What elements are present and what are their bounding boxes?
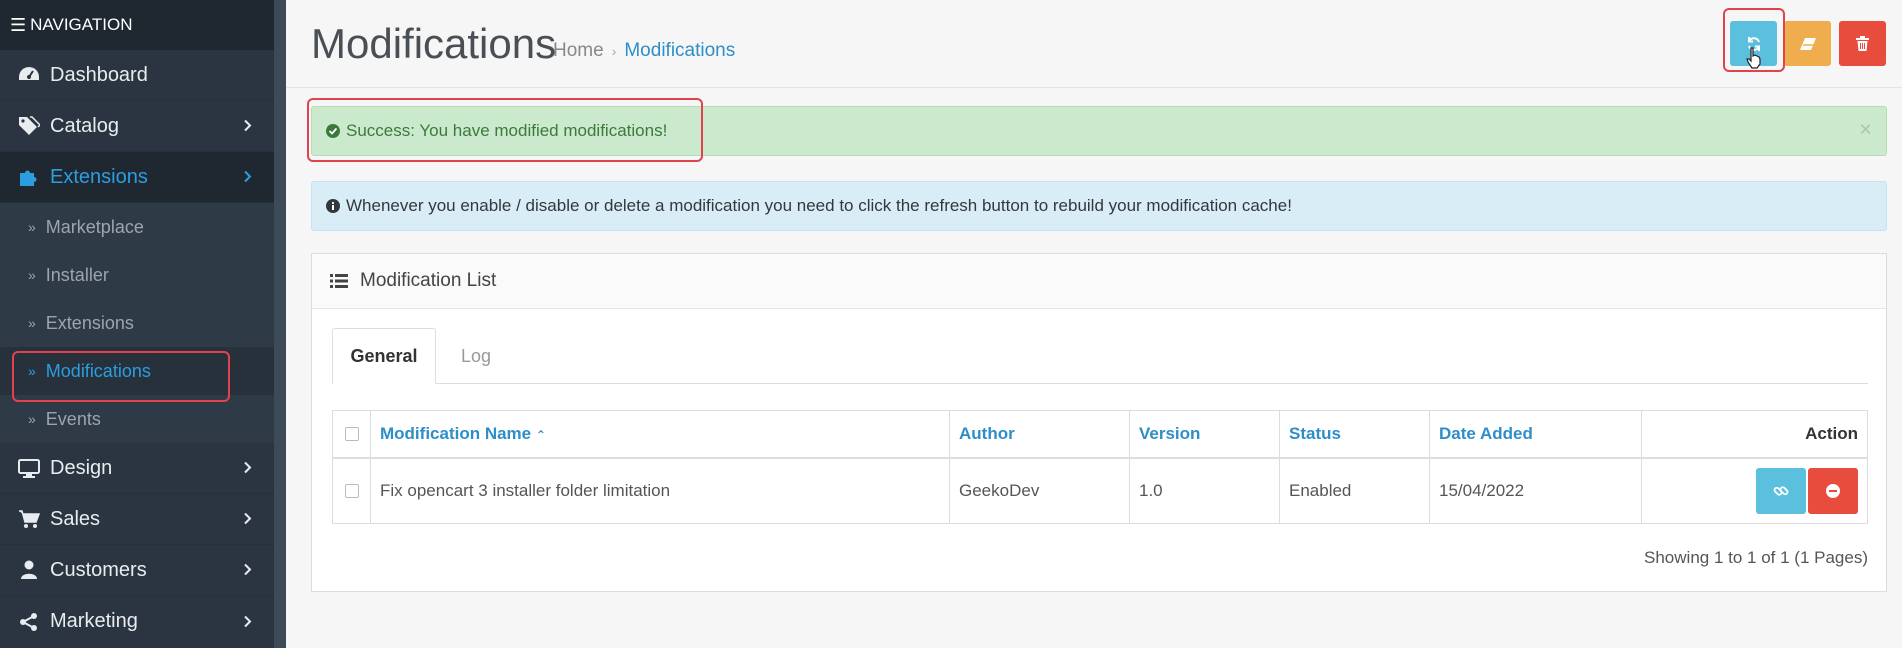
link-icon bbox=[1773, 486, 1789, 496]
column-header-action: Action bbox=[1641, 410, 1868, 459]
puzzle-icon bbox=[16, 166, 42, 188]
sidebar-item-dashboard[interactable]: Dashboard bbox=[0, 50, 274, 101]
select-all-checkbox[interactable] bbox=[344, 427, 359, 442]
list-icon bbox=[330, 274, 348, 288]
sidebar-item-sales[interactable]: Sales bbox=[0, 494, 274, 545]
highlight-refresh-button bbox=[1723, 8, 1785, 72]
nav-header-label: NAVIGATION bbox=[30, 15, 133, 34]
page-header: Modifications Home › Modifications bbox=[286, 0, 1902, 88]
chevron-right-icon bbox=[244, 457, 252, 480]
tab-log[interactable]: Log bbox=[436, 328, 516, 384]
cell-author: GeekoDev bbox=[949, 457, 1130, 524]
link-button[interactable] bbox=[1756, 467, 1806, 514]
sidebar-edge bbox=[274, 0, 286, 648]
delete-button[interactable] bbox=[1839, 21, 1886, 66]
cell-date-added: 15/04/2022 bbox=[1429, 457, 1642, 524]
sort-asc-icon: ⌃ bbox=[535, 427, 546, 442]
cell-actions bbox=[1641, 457, 1868, 524]
cell-status: Enabled bbox=[1279, 457, 1430, 524]
sidebar-item-label: Sales bbox=[50, 507, 101, 530]
cell-version: 1.0 bbox=[1129, 457, 1280, 524]
info-circle-icon bbox=[326, 199, 340, 213]
bars-icon: ☰ bbox=[10, 14, 27, 35]
chevron-right-icon bbox=[244, 559, 252, 582]
info-alert-text: Whenever you enable / disable or delete … bbox=[346, 196, 1292, 215]
breadcrumb-modifications[interactable]: Modifications bbox=[624, 40, 735, 62]
sidebar-item-marketing[interactable]: Marketing bbox=[0, 596, 274, 647]
panel-heading: Modification List bbox=[312, 254, 1886, 309]
submenu-item-label: Marketplace bbox=[45, 216, 144, 237]
sidebar-item-label: Dashboard bbox=[50, 63, 148, 86]
cart-icon bbox=[16, 508, 42, 530]
sidebar-item-catalog[interactable]: Catalog bbox=[0, 101, 274, 152]
clear-button[interactable] bbox=[1784, 21, 1831, 66]
sidebar-item-label: Catalog bbox=[50, 114, 119, 137]
user-icon bbox=[16, 559, 42, 581]
close-icon[interactable]: × bbox=[1859, 117, 1872, 143]
sidebar-item-design[interactable]: Design bbox=[0, 443, 274, 494]
table-header-row: Modification Name ⌃ Author Version Statu… bbox=[332, 410, 1868, 459]
extensions-submenu: » Marketplace » Installer » Extensions »… bbox=[0, 203, 274, 443]
modification-list-panel: Modification List General Log Modificati… bbox=[311, 253, 1887, 592]
column-header-author[interactable]: Author bbox=[949, 410, 1130, 459]
chevron-right-icon bbox=[244, 166, 252, 189]
submenu-item-label: Events bbox=[45, 408, 101, 429]
submenu-item-marketplace[interactable]: » Marketplace bbox=[0, 203, 274, 251]
chevron-right-icon bbox=[244, 610, 252, 633]
breadcrumb-home[interactable]: Home bbox=[553, 40, 604, 62]
sidebar-item-extensions[interactable]: Extensions bbox=[0, 152, 274, 203]
nav-header[interactable]: ☰ NAVIGATION bbox=[0, 0, 274, 50]
double-chevron-icon: » bbox=[28, 315, 36, 331]
desktop-icon bbox=[16, 457, 42, 479]
tab-general[interactable]: General bbox=[332, 328, 436, 384]
chevron-right-icon bbox=[244, 115, 252, 138]
minus-circle-icon bbox=[1826, 483, 1840, 498]
column-header-version[interactable]: Version bbox=[1129, 410, 1280, 459]
table-row: Fix opencart 3 installer folder limitati… bbox=[332, 457, 1868, 524]
column-header-name[interactable]: Modification Name ⌃ bbox=[370, 410, 950, 459]
tags-icon bbox=[16, 115, 42, 137]
cell-name: Fix opencart 3 installer folder limitati… bbox=[370, 457, 950, 524]
submenu-item-events[interactable]: » Events bbox=[0, 395, 274, 443]
sidebar-item-label: Customers bbox=[50, 558, 147, 581]
submenu-item-label: Installer bbox=[45, 264, 109, 285]
double-chevron-icon: » bbox=[28, 411, 36, 427]
page-title: Modifications bbox=[311, 20, 557, 67]
column-header-status[interactable]: Status bbox=[1279, 410, 1430, 459]
breadcrumb-separator-icon: › bbox=[611, 43, 617, 59]
dashboard-icon bbox=[16, 64, 42, 86]
row-checkbox[interactable] bbox=[344, 484, 359, 499]
select-all-cell bbox=[332, 410, 371, 459]
info-alert: Whenever you enable / disable or delete … bbox=[311, 181, 1887, 231]
eraser-icon bbox=[1799, 37, 1816, 50]
double-chevron-icon: » bbox=[28, 267, 36, 283]
sidebar-item-customers[interactable]: Customers bbox=[0, 545, 274, 596]
sidebar-item-label: Extensions bbox=[50, 165, 148, 188]
double-chevron-icon: » bbox=[28, 219, 36, 235]
share-icon bbox=[16, 611, 42, 633]
sidebar: ☰ NAVIGATION Dashboard Catalog Extension… bbox=[0, 0, 274, 648]
panel-title: Modification List bbox=[360, 270, 497, 291]
sidebar-item-label: Marketing bbox=[50, 610, 138, 632]
submenu-item-extensions[interactable]: » Extensions bbox=[0, 299, 274, 347]
column-label: Modification Name bbox=[380, 423, 532, 443]
tabs: General Log bbox=[332, 328, 1868, 384]
modification-table: Modification Name ⌃ Author Version Statu… bbox=[332, 410, 1868, 524]
chevron-right-icon bbox=[244, 508, 252, 531]
breadcrumb: Home › Modifications bbox=[553, 40, 735, 62]
highlight-success-alert bbox=[307, 98, 703, 162]
disable-button[interactable] bbox=[1808, 467, 1858, 514]
submenu-item-installer[interactable]: » Installer bbox=[0, 251, 274, 299]
column-header-date-added[interactable]: Date Added bbox=[1429, 410, 1642, 459]
row-select-cell bbox=[332, 457, 371, 524]
trash-icon bbox=[1856, 36, 1869, 51]
highlight-modifications-menu bbox=[12, 351, 230, 402]
pagination-text: Showing 1 to 1 of 1 (1 Pages) bbox=[1644, 548, 1868, 567]
sidebar-item-label: Design bbox=[50, 456, 113, 479]
submenu-item-label: Extensions bbox=[45, 312, 134, 333]
